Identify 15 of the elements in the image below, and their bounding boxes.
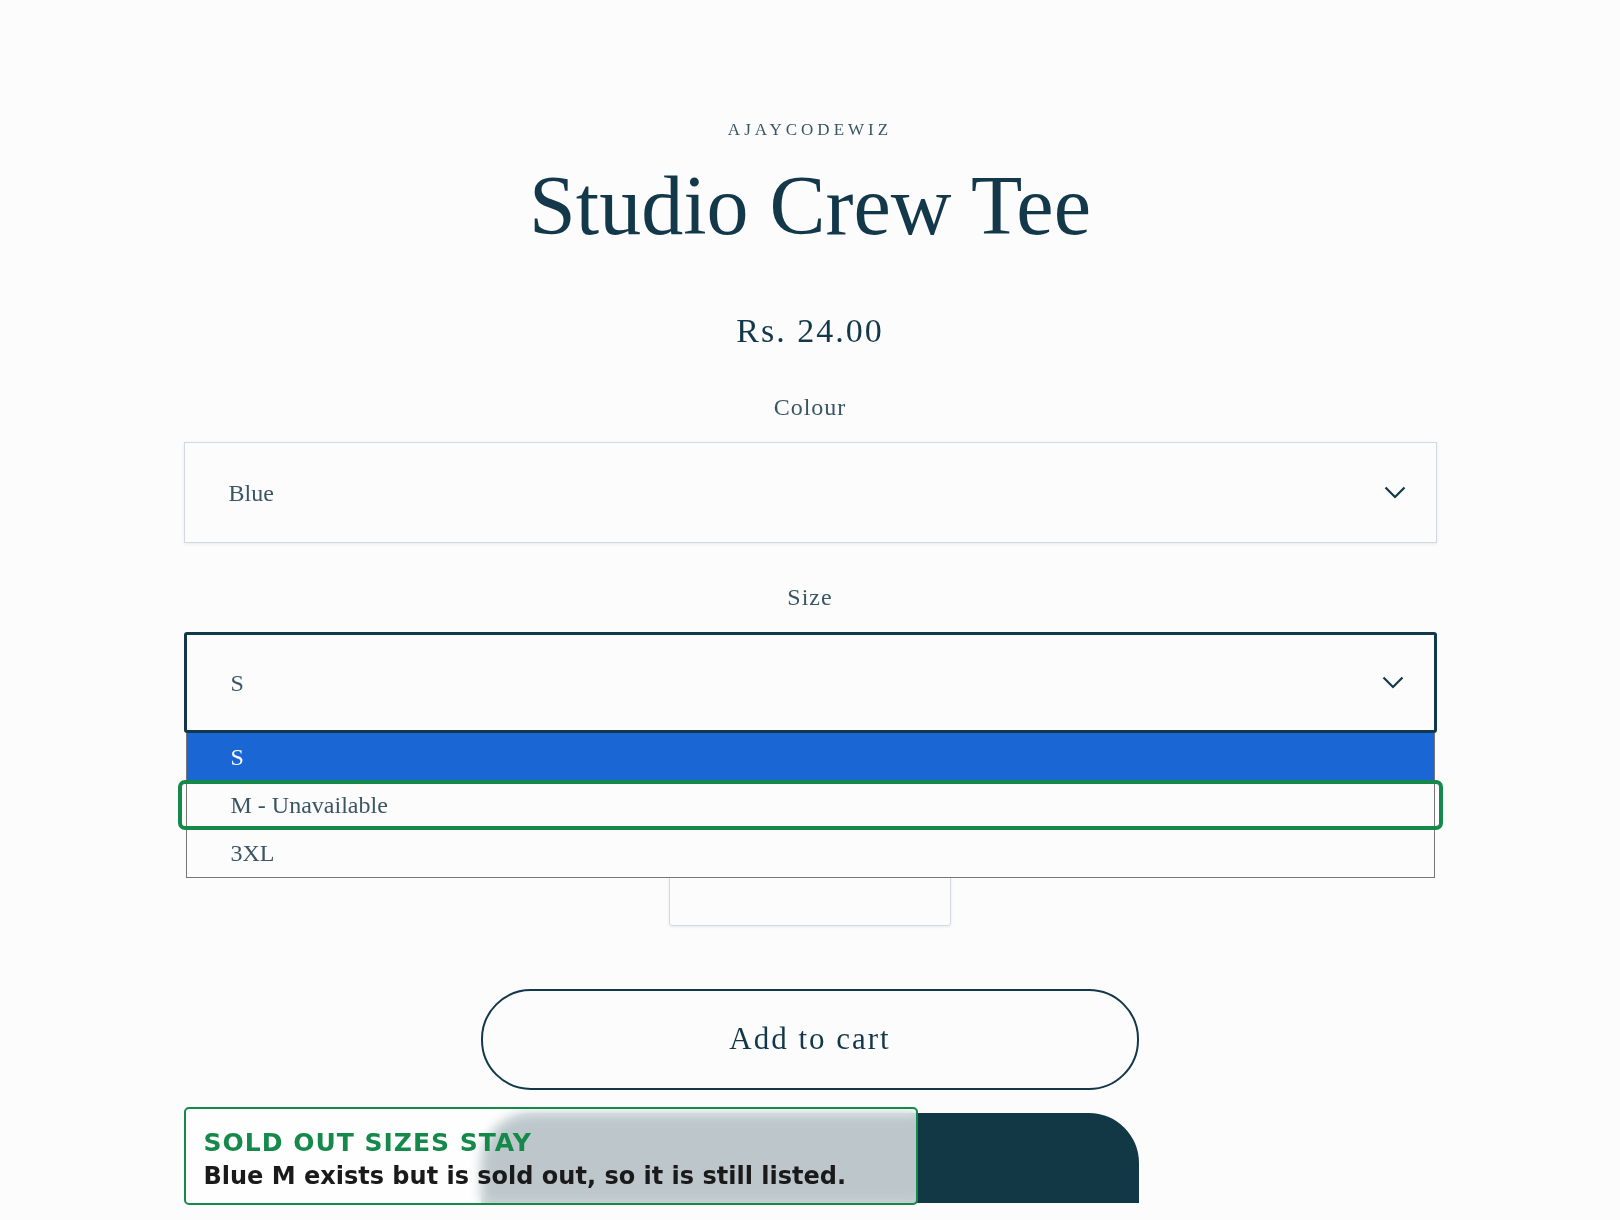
chevron-down-icon (1383, 486, 1406, 499)
price: Rs. 24.00 (736, 314, 884, 348)
callout-text: Blue M exists but is sold out, so it is still listed. (203, 1160, 847, 1192)
product-title: Studio Crew Tee (529, 164, 1091, 248)
vendor-name: AJAYCODEWIZ (727, 121, 893, 138)
dropdown-option[interactable]: M - Unavailable (186, 781, 1434, 829)
dropdown-option[interactable]: S (186, 733, 1434, 781)
select-field[interactable]: Blue (183, 442, 1437, 543)
add-to-cart-button[interactable]: Add to cart (481, 989, 1139, 1090)
select-field[interactable]: S (183, 632, 1437, 733)
callout-title: SOLD OUT SIZES STAY (203, 1127, 533, 1159)
field-label: Size (787, 585, 833, 609)
dropdown-option[interactable]: 3XL (186, 829, 1434, 877)
field-label: Colour (773, 395, 847, 419)
chevron-down-icon (1381, 676, 1404, 689)
